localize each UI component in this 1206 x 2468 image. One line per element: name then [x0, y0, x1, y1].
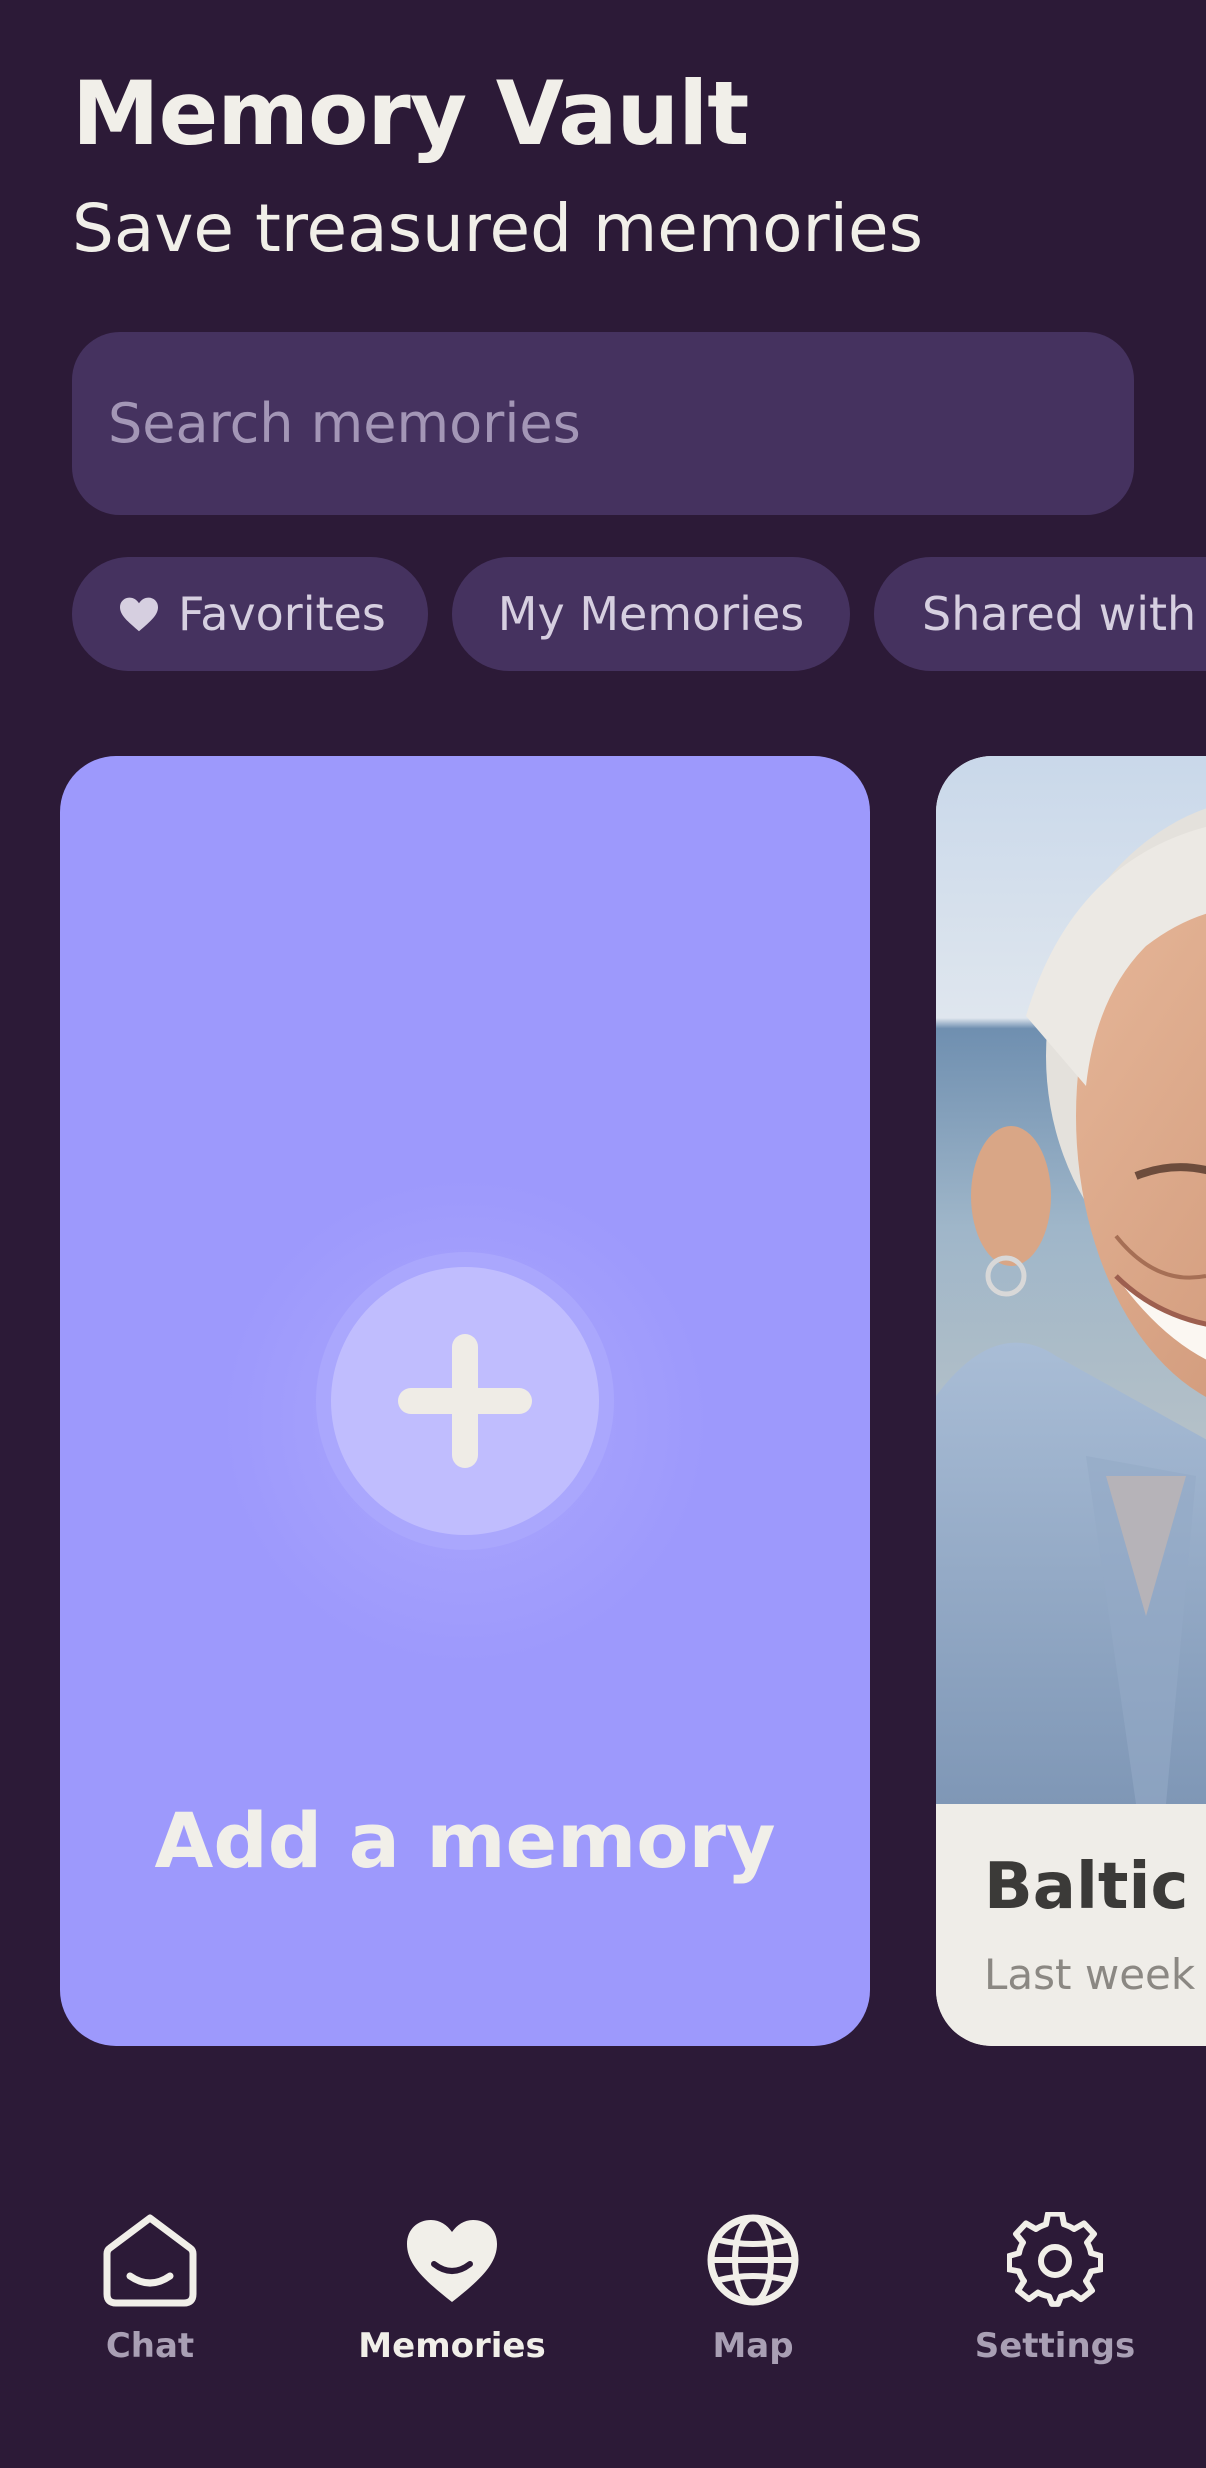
add-button-ring	[316, 1252, 614, 1550]
nav-label-settings: Settings	[974, 2326, 1136, 2366]
add-memory-card[interactable]: Add a memory	[60, 756, 870, 2046]
heart-icon	[120, 597, 158, 632]
nav-label-map: Map	[712, 2326, 794, 2366]
chat-icon	[103, 2214, 197, 2307]
nav-item-settings[interactable]: Settings	[935, 2212, 1175, 2392]
filter-chips: Favorites My Memories Shared with	[72, 557, 1206, 671]
add-memory-label: Add a memory	[154, 1796, 776, 1885]
heart-icon	[407, 2220, 497, 2302]
filter-chip-shared[interactable]: Shared with	[874, 557, 1206, 671]
nav-item-map[interactable]: Map	[633, 2212, 873, 2392]
memory-card[interactable]: Baltic S Last week	[936, 756, 1206, 2046]
add-memory-button[interactable]	[331, 1267, 599, 1535]
search-input[interactable]	[108, 392, 1134, 455]
plus-icon	[398, 1334, 532, 1468]
filter-chip-my-memories[interactable]: My Memories	[452, 557, 850, 671]
filter-chip-favorites[interactable]: Favorites	[72, 557, 428, 671]
filter-chip-label: Favorites	[178, 587, 386, 641]
page-title: Memory Vault	[72, 62, 749, 165]
memory-title: Baltic S	[984, 1850, 1206, 1924]
memory-info: Baltic S Last week	[936, 1804, 1206, 2046]
nav-label-memories: Memories	[358, 2326, 546, 2366]
memory-date: Last week	[984, 1950, 1196, 1999]
filter-chip-label: Shared with	[922, 587, 1197, 641]
globe-icon	[707, 2214, 799, 2306]
nav-item-chat[interactable]: Chat	[30, 2212, 270, 2392]
page-subtitle: Save treasured memories	[72, 190, 924, 267]
gear-icon	[1007, 2212, 1103, 2307]
search-bar[interactable]	[72, 332, 1134, 515]
nav-item-memories[interactable]: Memories	[332, 2212, 572, 2392]
memories-screen: Memory Vault Save treasured memories Fav…	[0, 0, 1206, 2468]
memory-photo	[936, 756, 1206, 1804]
filter-chip-label: My Memories	[497, 587, 805, 641]
nav-label-chat: Chat	[105, 2326, 195, 2366]
bottom-nav: Chat Memories Map Settings	[0, 2210, 1206, 2468]
